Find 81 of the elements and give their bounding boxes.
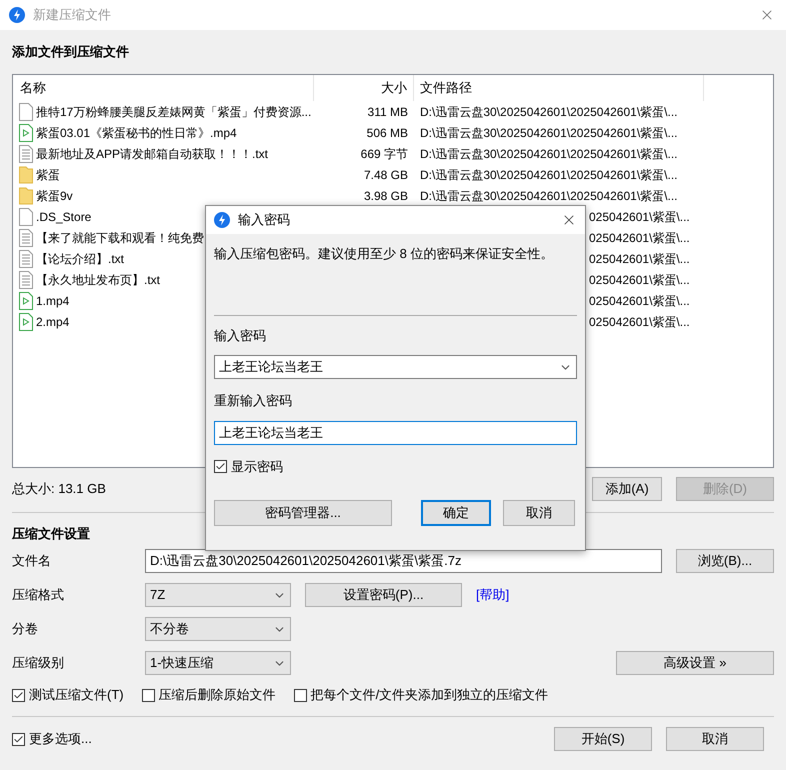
text-file-icon — [19, 270, 33, 288]
file-name: 紫蛋 — [36, 166, 60, 184]
button[interactable]: 确定 — [421, 500, 491, 526]
checkbox-label: 把每个文件/文件夹添加到独立的压缩文件 — [310, 686, 548, 704]
file-name: 【论坛介绍】.txt — [36, 250, 124, 268]
file-path: 025042601\紫蛋\... — [589, 208, 690, 226]
button[interactable]: 取消 — [503, 500, 575, 526]
app-logo-icon — [9, 7, 25, 23]
checkbox-label: 更多选项... — [29, 730, 92, 748]
video-file-icon — [19, 292, 33, 310]
dropdown[interactable]: 1-快速压缩 — [145, 651, 291, 675]
file-size: 669 字节 — [360, 146, 408, 162]
file-path: 025042601\紫蛋\... — [589, 250, 690, 268]
text-file-icon — [19, 144, 33, 162]
checkbox[interactable] — [12, 732, 25, 746]
file-path: 025042601\紫蛋\... — [589, 292, 690, 310]
button[interactable]: 设置密码(P)... — [305, 583, 462, 607]
file-path: D:\迅雷云盘30\2025042601\2025042601\紫蛋\... — [420, 166, 678, 184]
checkbox[interactable] — [142, 688, 155, 702]
file-path: 025042601\紫蛋\... — [589, 272, 690, 288]
folder-icon — [19, 166, 33, 184]
file-size: 7.48 GB — [364, 166, 408, 184]
total-size: 总大小: 13.1 GB — [12, 480, 106, 498]
button[interactable]: 添加(A) — [592, 477, 662, 501]
field-label: 输入密码 — [214, 326, 267, 344]
file-size: 311 MB — [368, 104, 408, 120]
file-size: 506 MB — [366, 124, 408, 142]
password-dropdown[interactable]: 上老王论坛当老王 — [214, 355, 577, 379]
field-label: 分卷 — [12, 620, 39, 638]
file-name: 最新地址及APP请发邮箱自动获取！！！.txt — [36, 146, 268, 162]
file-icon — [19, 102, 33, 120]
column-header[interactable]: 文件路径 — [414, 75, 704, 101]
dialog-message: 输入压缩包密码。建议使用至少 8 位的密码来保证安全性。 — [214, 245, 554, 263]
button[interactable]: 开始(S) — [554, 727, 652, 751]
file-name: 紫蛋03.01《紫蛋秘书的性日常》.mp4 — [36, 124, 237, 142]
video-file-icon — [19, 312, 33, 330]
confirm-password-field[interactable]: 上老王论坛当老王 — [214, 420, 577, 444]
text-file-icon — [19, 228, 33, 246]
field-label: 重新输入密码 — [214, 392, 293, 410]
checkbox[interactable] — [12, 688, 25, 702]
dropdown[interactable]: 7Z — [145, 583, 291, 607]
section-heading: 压缩文件设置 — [12, 525, 91, 543]
checkbox[interactable] — [294, 688, 307, 702]
folder-icon — [19, 186, 33, 204]
file-name: 紫蛋9v — [36, 188, 73, 204]
checkbox-label: 压缩后删除原始文件 — [158, 686, 276, 704]
file-name: 【永久地址发布页】.txt — [36, 272, 160, 288]
text-file-icon — [19, 250, 33, 268]
field-label: 文件名 — [12, 552, 52, 570]
file-path: D:\迅雷云盘30\2025042601\2025042601\紫蛋\... — [420, 104, 678, 120]
dropdown[interactable]: 不分卷 — [145, 617, 291, 641]
field-label: 压缩级别 — [12, 654, 65, 672]
dialog-title: 输入密码 — [238, 211, 290, 230]
file-name: 1.mp4 — [36, 292, 70, 310]
file-icon — [19, 208, 33, 226]
file-name: 推特17万粉蜂腰美腿反差婊网黄「紫蛋」付费资源... — [36, 104, 312, 120]
checkbox[interactable] — [214, 460, 227, 473]
button[interactable]: 浏览(B)... — [676, 549, 774, 573]
file-path: D:\迅雷云盘30\2025042601\2025042601\紫蛋\... — [420, 124, 678, 142]
file-path: 025042601\紫蛋\... — [589, 314, 690, 330]
checkbox-label: 显示密码 — [231, 458, 283, 476]
file-name: .DS_Store — [36, 208, 92, 226]
section-heading: 添加文件到压缩文件 — [12, 43, 130, 61]
field-label: 压缩格式 — [12, 586, 65, 604]
button[interactable]: 高级设置 » — [616, 651, 774, 675]
file-name: 【来了就能下载和观看！纯免费 — [36, 230, 204, 246]
file-path: 025042601\紫蛋\... — [589, 230, 690, 246]
help-link[interactable]: [帮助] — [476, 585, 510, 605]
filename-field[interactable]: D:\迅雷云盘30\2025042601\2025042601\紫蛋\紫蛋.7z — [145, 549, 662, 573]
column-header[interactable]: 名称 — [13, 75, 314, 101]
button[interactable]: 取消 — [666, 727, 764, 751]
file-path: D:\迅雷云盘30\2025042601\2025042601\紫蛋\... — [420, 146, 678, 162]
file-size: 3.98 GB — [364, 188, 408, 204]
file-path: D:\迅雷云盘30\2025042601\2025042601\紫蛋\... — [420, 188, 678, 204]
window-title: 新建压缩文件 — [33, 6, 111, 24]
button[interactable]: 密码管理器... — [214, 500, 392, 526]
app-logo-icon — [214, 212, 230, 228]
checkbox-label: 测试压缩文件(T) — [29, 686, 124, 704]
column-header[interactable]: 大小 — [314, 75, 414, 101]
video-file-icon — [19, 124, 33, 142]
file-name: 2.mp4 — [36, 314, 70, 330]
